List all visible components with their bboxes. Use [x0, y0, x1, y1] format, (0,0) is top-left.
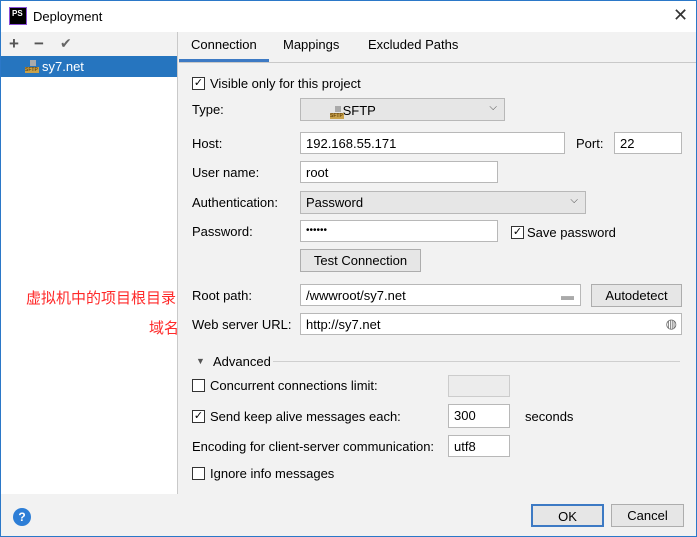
- close-icon[interactable]: ✕: [673, 5, 688, 26]
- chevron-down-icon: ⌵: [489, 102, 497, 113]
- expand-triangle-icon[interactable]: ▼: [196, 356, 205, 366]
- web-url-value: http://sy7.net: [306, 317, 381, 332]
- root-path-input[interactable]: /wwwroot/sy7.net ▬: [300, 284, 581, 306]
- host-label: Host:: [192, 136, 223, 151]
- deployment-dialog: PS Deployment ✕ + − ✔ SFTP sy7.net Conne…: [0, 0, 697, 537]
- globe-icon[interactable]: ◍: [666, 316, 677, 332]
- autodetect-button[interactable]: Autodetect: [591, 284, 682, 307]
- ok-button[interactable]: OK: [531, 504, 604, 527]
- advanced-divider: [273, 361, 680, 362]
- ignore-info-checkbox[interactable]: [192, 467, 205, 480]
- sftp-icon: SFTP: [25, 60, 39, 73]
- encoding-input[interactable]: utf8: [448, 435, 510, 457]
- save-password-checkbox[interactable]: ✓: [511, 226, 524, 239]
- port-input[interactable]: 22: [614, 132, 682, 154]
- type-select[interactable]: SFTP SFTP ⌵: [300, 98, 505, 121]
- host-input[interactable]: 192.168.55.171: [300, 132, 565, 154]
- auth-select[interactable]: Password ⌵: [300, 191, 586, 214]
- keep-alive-checkbox[interactable]: ✓: [192, 410, 205, 423]
- encoding-label: Encoding for client-server communication…: [192, 439, 435, 454]
- root-path-value: /wwwroot/sy7.net: [306, 288, 406, 303]
- type-label: Type:: [192, 102, 224, 117]
- server-toolbar: + − ✔: [1, 32, 177, 56]
- add-icon[interactable]: +: [9, 34, 19, 54]
- auth-value: Password: [306, 195, 364, 210]
- title-bar: PS Deployment ✕: [1, 1, 696, 32]
- remove-icon[interactable]: −: [34, 34, 44, 54]
- window-title: Deployment: [33, 9, 103, 24]
- root-path-annotation: 虚拟机中的项目根目录: [26, 290, 177, 307]
- check-icon[interactable]: ✔: [60, 35, 72, 52]
- sftp-icon: SFTP: [330, 106, 344, 119]
- password-label: Password:: [192, 224, 253, 239]
- phpstorm-logo: PS: [9, 7, 27, 25]
- ignore-info-label: Ignore info messages: [210, 466, 335, 481]
- concurrent-label: Concurrent connections limit:: [210, 378, 378, 393]
- keep-alive-input[interactable]: 300: [448, 404, 510, 428]
- seconds-label: seconds: [525, 409, 574, 424]
- tab-connection[interactable]: Connection: [191, 37, 257, 52]
- server-item[interactable]: SFTP sy7.net: [1, 56, 177, 77]
- web-url-label: Web server URL:: [192, 317, 292, 332]
- domain-annotation: 域名: [149, 320, 180, 337]
- test-connection-button[interactable]: Test Connection: [300, 249, 421, 272]
- password-input[interactable]: ••••••: [300, 220, 498, 242]
- username-label: User name:: [192, 165, 260, 180]
- save-password-label: Save password: [527, 225, 616, 240]
- concurrent-checkbox[interactable]: [192, 379, 205, 392]
- tab-excluded-paths[interactable]: Excluded Paths: [368, 37, 458, 52]
- folder-icon[interactable]: ▬: [561, 288, 574, 303]
- keep-alive-label: Send keep alive messages each:: [210, 409, 401, 424]
- root-path-label: Root path:: [192, 288, 252, 303]
- advanced-header[interactable]: Advanced: [213, 354, 271, 369]
- visible-only-checkbox[interactable]: ✓: [192, 77, 205, 90]
- concurrent-input: [448, 375, 510, 397]
- server-list-panel: + − ✔ SFTP sy7.net: [1, 32, 178, 494]
- help-icon[interactable]: ?: [13, 508, 31, 526]
- web-url-input[interactable]: http://sy7.net ◍: [300, 313, 682, 335]
- tab-mappings[interactable]: Mappings: [283, 37, 339, 52]
- port-label: Port:: [576, 136, 604, 151]
- server-name: sy7.net: [42, 59, 84, 74]
- chevron-down-icon: ⌵: [570, 195, 578, 206]
- type-value: SFTP: [342, 103, 376, 118]
- tab-divider: [179, 62, 696, 63]
- cancel-button[interactable]: Cancel: [611, 504, 684, 527]
- auth-label: Authentication:: [192, 195, 279, 210]
- username-input[interactable]: root: [300, 161, 498, 183]
- visible-only-label: Visible only for this project: [210, 76, 361, 91]
